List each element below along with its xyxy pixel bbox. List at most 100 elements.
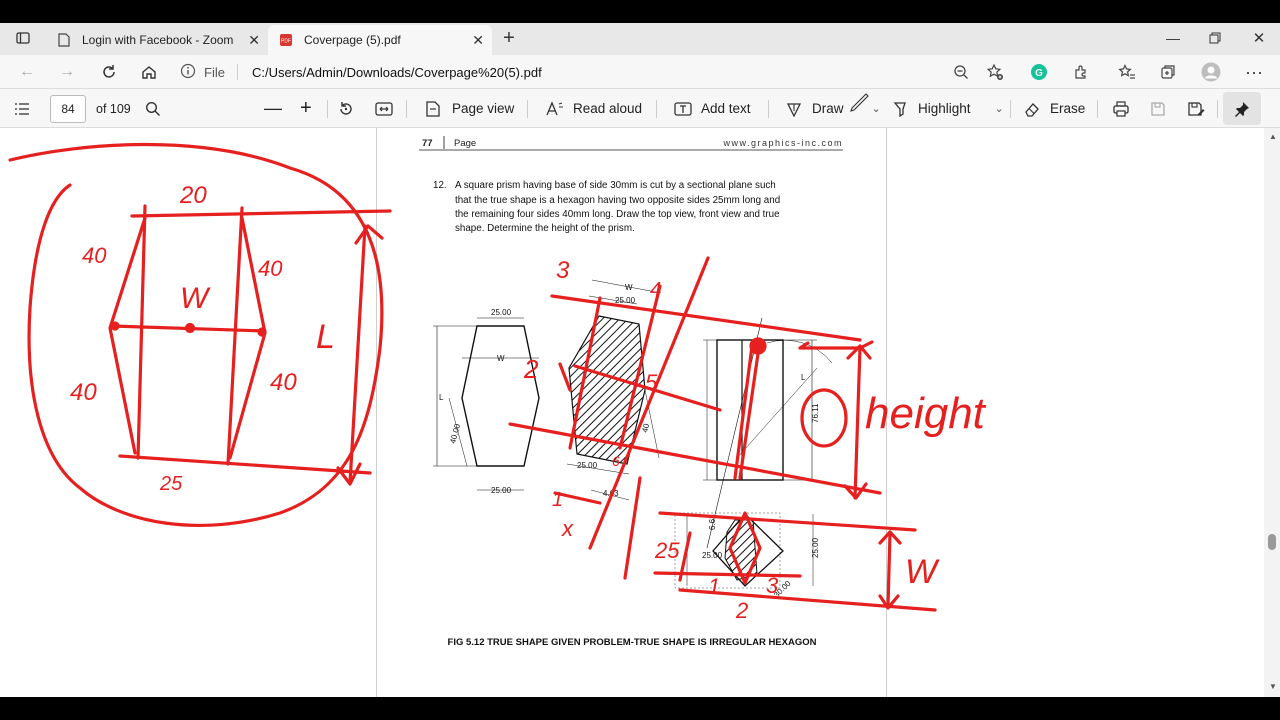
highlight-icon [893, 101, 906, 117]
page-view-icon [426, 100, 440, 117]
site-label: File [204, 64, 225, 80]
ink-label: 4 [650, 279, 661, 301]
ink-stroke [800, 388, 848, 448]
tab-zoom-login[interactable]: Login with Facebook - Zoom ✕ [46, 25, 268, 55]
url-text: C:/Users/Admin/Downloads/Coverpage%20(5)… [251, 64, 542, 80]
restore-icon[interactable] [1204, 27, 1226, 49]
pdf-toolbar: 84 of 109 — + Page view Read aloud Add t… [0, 89, 1280, 128]
divider [1010, 100, 1011, 118]
rotate-icon[interactable] [338, 89, 354, 128]
svg-text:PDF: PDF [281, 39, 291, 45]
ink-label: 1 [552, 489, 563, 511]
ink-stroke [588, 256, 710, 550]
add-text-button[interactable]: Add text [674, 89, 751, 128]
page-number-value: 84 [61, 101, 75, 116]
read-aloud-icon [546, 100, 563, 115]
chevron-down-icon[interactable]: ⌄ [995, 102, 1004, 115]
ink-label: 1 [708, 574, 720, 599]
ink-annotations: 20 40 40 40 40 25 W L 3 4 2 5 6 1 x heig… [8, 142, 987, 623]
ink-dot [749, 337, 767, 355]
vertical-scrollbar[interactable]: ▲ ▼ [1264, 128, 1280, 697]
contents-icon[interactable] [14, 89, 30, 128]
minimize-icon[interactable]: — [1162, 27, 1184, 49]
divider [768, 100, 769, 118]
tab-coverpage-pdf[interactable]: PDF Coverpage (5).pdf ✕ [268, 25, 492, 55]
close-icon[interactable]: ✕ [248, 32, 260, 49]
add-text-icon [674, 101, 692, 116]
read-aloud-label: Read aloud [573, 101, 643, 116]
zoom-out-icon[interactable] [950, 61, 972, 83]
pdf-viewer: 77 Page www.graphics-inc.com 12. A squar… [0, 128, 1280, 697]
ink-label: 3 [766, 573, 779, 598]
scroll-down-icon[interactable]: ▼ [1269, 682, 1277, 691]
collections-icon[interactable] [1157, 61, 1179, 83]
ink-dot [257, 327, 267, 337]
tab-strip: Login with Facebook - Zoom ✕ PDF Coverpa… [0, 23, 1280, 55]
highlight-button[interactable]: Highlight ⌄ [892, 89, 1004, 128]
print-icon[interactable] [1112, 89, 1130, 128]
ink-dot [110, 321, 120, 331]
profile-avatar-icon[interactable] [1200, 61, 1222, 83]
page-total: of 109 [96, 101, 131, 116]
ink-stroke [118, 454, 372, 475]
new-tab-icon[interactable]: + [498, 27, 520, 49]
divider [327, 100, 328, 118]
favorites-icon[interactable] [1116, 61, 1138, 83]
ink-label: 20 [179, 182, 207, 209]
zoom-in-icon[interactable]: + [300, 89, 312, 128]
ink-label: 40 [82, 243, 107, 268]
ink-label: height [865, 389, 987, 438]
ink-stroke [130, 209, 392, 218]
forward-arrow-icon[interactable]: → [56, 61, 78, 83]
letterbox-bottom [0, 697, 1280, 720]
ink-label: 40 [70, 379, 97, 406]
ink-label: 2 [735, 598, 748, 623]
scrollbar-thumb[interactable] [1268, 534, 1276, 550]
pdf-icon: PDF [278, 32, 294, 48]
divider [527, 100, 528, 118]
tab-actions-icon[interactable] [12, 27, 34, 49]
refresh-icon[interactable] [98, 61, 120, 83]
ink-label: 25 [159, 473, 183, 495]
zoom-out-icon[interactable]: — [264, 89, 282, 128]
grammarly-icon[interactable]: G [1028, 61, 1050, 83]
scroll-up-icon[interactable]: ▲ [1269, 132, 1277, 141]
add-text-label: Add text [701, 101, 751, 116]
page-view-label: Page view [452, 101, 515, 116]
draw-icon [786, 102, 802, 117]
extensions-icon[interactable] [1070, 61, 1092, 83]
letterbox-top [0, 0, 1280, 23]
tab-label: Coverpage (5).pdf [304, 33, 401, 47]
ink-label: 5 [645, 370, 658, 395]
page-number-input[interactable]: 84 [50, 94, 86, 123]
pin-toolbar-icon[interactable] [1223, 92, 1261, 125]
close-icon[interactable]: ✕ [472, 32, 484, 49]
chevron-down-icon[interactable]: ⌄ [872, 102, 881, 115]
ink-stroke [136, 204, 147, 460]
svg-text:G: G [1035, 68, 1043, 79]
read-aloud-button[interactable]: Read aloud [546, 89, 642, 128]
more-menu-icon[interactable]: ··· [1243, 61, 1265, 83]
info-icon[interactable] [180, 63, 198, 81]
erase-button[interactable]: Erase [1024, 89, 1085, 128]
ink-stroke [623, 476, 642, 580]
pen-cursor-icon [849, 92, 869, 112]
ink-stroke [886, 531, 892, 608]
page-view-button[interactable]: Page view [424, 89, 514, 128]
fit-page-icon[interactable] [375, 89, 393, 128]
ink-stroke [653, 571, 802, 578]
page-icon [56, 32, 72, 48]
eraser-icon [1025, 102, 1039, 117]
favorite-add-icon[interactable] [984, 61, 1006, 83]
save-icon[interactable] [1150, 89, 1166, 128]
back-arrow-icon[interactable]: ← [16, 61, 38, 83]
ink-label: W [180, 282, 211, 315]
home-icon[interactable] [138, 61, 160, 83]
ink-label: 2 [523, 354, 539, 384]
window-close-icon[interactable]: ✕ [1248, 27, 1270, 49]
ink-label: 3 [556, 257, 570, 284]
draw-button[interactable]: Draw ⌄ [786, 89, 881, 128]
url-field[interactable]: File C:/Users/Admin/Downloads/Coverpage%… [180, 59, 1020, 85]
save-as-icon[interactable] [1187, 89, 1205, 128]
search-icon[interactable] [145, 89, 161, 128]
